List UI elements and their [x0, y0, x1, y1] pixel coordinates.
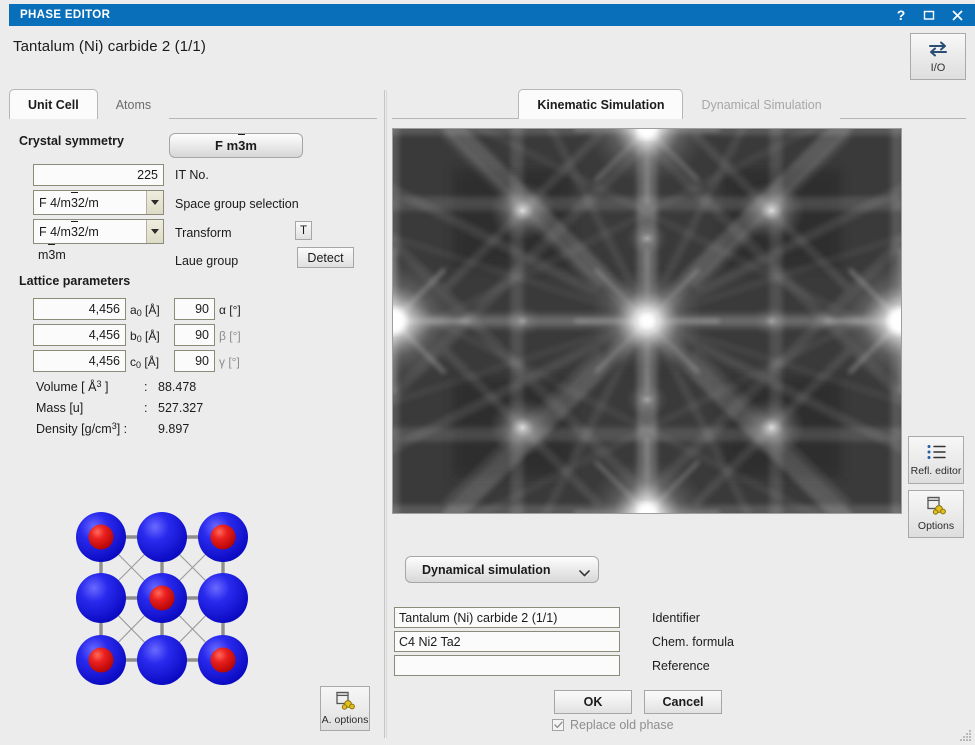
- resize-grip[interactable]: [958, 728, 972, 742]
- lattice-b-label: b0 [Å]: [130, 329, 160, 344]
- crystal-symmetry-heading: Crystal symmetry: [19, 134, 124, 148]
- simulation-panel: Refl. editor Options Dynamical simulatio…: [392, 118, 966, 738]
- swap-arrows-icon: [927, 40, 949, 61]
- it-number-input[interactable]: 225: [33, 164, 164, 186]
- chevron-down-icon: [146, 191, 163, 214]
- atom-options-icon: [335, 691, 355, 713]
- close-icon[interactable]: [943, 5, 971, 25]
- options-label: Options: [917, 520, 955, 532]
- angle-beta-label: β [°]: [219, 329, 241, 343]
- chevron-down-icon: [146, 220, 163, 243]
- refl-editor-label: Refl. editor: [910, 464, 962, 477]
- angle-beta-value: 90: [195, 328, 209, 342]
- atom-options-label: A. options: [321, 714, 369, 726]
- it-number-label: IT No.: [175, 168, 209, 182]
- density-value: 9.897: [158, 421, 190, 436]
- lattice-a-value: 4,456: [88, 302, 120, 316]
- laue-group-label: Laue group: [175, 254, 239, 268]
- lattice-c-label: c0 [Å]: [130, 355, 160, 370]
- transform-value: F 4/m 32/m: [39, 220, 99, 239]
- reference-row: Reference: [394, 655, 710, 676]
- detect-button[interactable]: Detect: [297, 247, 354, 268]
- chem-formula-row: C4 Ni2 Ta2 Chem. formula: [394, 631, 734, 652]
- identifier-label: Identifier: [652, 610, 700, 625]
- tab-kinematic-simulation[interactable]: Kinematic Simulation: [518, 89, 684, 119]
- tab-unit-cell[interactable]: Unit Cell: [9, 89, 98, 119]
- page-title: Tantalum (Ni) carbide 2 (1/1): [13, 38, 206, 55]
- identifier-value: Tantalum (Ni) carbide 2 (1/1): [399, 610, 558, 625]
- lattice-a-input[interactable]: 4,456: [33, 298, 126, 320]
- chem-formula-input[interactable]: C4 Ni2 Ta2: [394, 631, 620, 652]
- phase-editor-window: PHASE EDITOR ? Tantalum (Ni) carbide 2 (…: [0, 0, 975, 745]
- refl-editor-button[interactable]: Refl. editor: [908, 436, 964, 484]
- transform-label: Transform: [175, 226, 232, 240]
- laue-group-value: m 3m: [38, 244, 66, 262]
- angle-gamma-input[interactable]: 90: [174, 350, 215, 372]
- help-icon[interactable]: ?: [887, 5, 915, 25]
- identifier-row: Tantalum (Ni) carbide 2 (1/1) Identifier: [394, 607, 700, 628]
- angle-gamma-label: γ [°]: [219, 355, 240, 369]
- transform-combo[interactable]: F 4/m 32/m: [33, 219, 164, 244]
- space-group-button[interactable]: F m 3m: [169, 133, 303, 158]
- io-button-label: I/O: [930, 61, 946, 74]
- lattice-b-value: 4,456: [88, 328, 120, 342]
- space-group-selection-value: F 4/m 32/m: [39, 191, 99, 210]
- mass-value: 527.327: [158, 400, 204, 415]
- lattice-b-input[interactable]: 4,456: [33, 324, 126, 346]
- list-icon: [926, 444, 946, 463]
- unit-cell-3d-view[interactable]: [48, 500, 276, 712]
- density-label: Density [g/cm3] :: [36, 421, 128, 436]
- property-row-mass: Mass [u] : 527.327: [36, 400, 204, 415]
- reference-label: Reference: [652, 658, 710, 673]
- chem-formula-label: Chem. formula: [652, 634, 734, 649]
- window-title: PHASE EDITOR: [20, 9, 111, 21]
- identifier-input[interactable]: Tantalum (Ni) carbide 2 (1/1): [394, 607, 620, 628]
- lattice-c-input[interactable]: 4,456: [33, 350, 126, 372]
- angle-alpha-label: α [°]: [219, 303, 241, 317]
- volume-value: 88.478: [158, 379, 197, 394]
- checkbox-box: [552, 719, 564, 731]
- dialog-buttons: OK Cancel: [554, 690, 722, 714]
- kikuchi-diffraction-pattern[interactable]: [392, 128, 902, 514]
- right-tabstrip: Kinematic Simulation Dynamical Simulatio…: [392, 89, 967, 119]
- angle-alpha-input[interactable]: 90: [174, 298, 215, 320]
- computed-properties: Volume [ Å3 ] : 88.478 Mass [u] : 527.32…: [36, 376, 203, 439]
- angle-gamma-value: 90: [195, 354, 209, 368]
- it-number-value: 225: [137, 168, 158, 182]
- angle-alpha-value: 90: [195, 302, 209, 316]
- replace-old-phase-checkbox[interactable]: Replace old phase: [552, 718, 674, 732]
- property-row-density: Density [g/cm3] : 9.897: [36, 418, 203, 439]
- io-button[interactable]: I/O: [910, 33, 966, 80]
- options-button[interactable]: Options: [908, 490, 964, 538]
- space-group-selection-label: Space group selection: [175, 197, 299, 211]
- tab-dynamical-simulation[interactable]: Dynamical Simulation: [683, 90, 839, 119]
- maximize-icon[interactable]: [915, 5, 943, 25]
- space-group-selection-combo[interactable]: F 4/m 32/m: [33, 190, 164, 215]
- titlebar-left-notch: [0, 4, 9, 26]
- cancel-button[interactable]: Cancel: [644, 690, 722, 714]
- property-row-volume: Volume [ Å3 ] : 88.478: [36, 379, 197, 394]
- tab-atoms[interactable]: Atoms: [98, 90, 169, 119]
- chevron-down-icon: [579, 566, 590, 577]
- mass-label: Mass [u]: [36, 400, 84, 415]
- reference-input[interactable]: [394, 655, 620, 676]
- angle-beta-input[interactable]: 90: [174, 324, 215, 346]
- simulation-mode-dropdown[interactable]: Dynamical simulation: [405, 556, 599, 583]
- simulation-mode-value: Dynamical simulation: [422, 562, 551, 577]
- panel-splitter[interactable]: [384, 90, 387, 738]
- lattice-parameters-heading: Lattice parameters: [19, 274, 131, 288]
- window-controls: ?: [887, 5, 975, 25]
- ok-button[interactable]: OK: [554, 690, 632, 714]
- space-group-button-label: F m 3m: [215, 134, 257, 153]
- replace-old-phase-label: Replace old phase: [570, 718, 674, 732]
- atom-options-button[interactable]: A. options: [320, 686, 370, 731]
- window-titlebar: PHASE EDITOR ?: [0, 4, 975, 26]
- chem-formula-value: C4 Ni2 Ta2: [399, 634, 461, 649]
- gear-options-icon: [926, 496, 946, 518]
- transform-t-button[interactable]: T: [295, 221, 312, 240]
- lattice-a-label: a0 [Å]: [130, 303, 160, 318]
- lattice-c-value: 4,456: [88, 354, 120, 368]
- volume-label: Volume [ Å3 ]: [36, 379, 109, 394]
- left-tabstrip: Unit Cell Atoms: [9, 89, 377, 119]
